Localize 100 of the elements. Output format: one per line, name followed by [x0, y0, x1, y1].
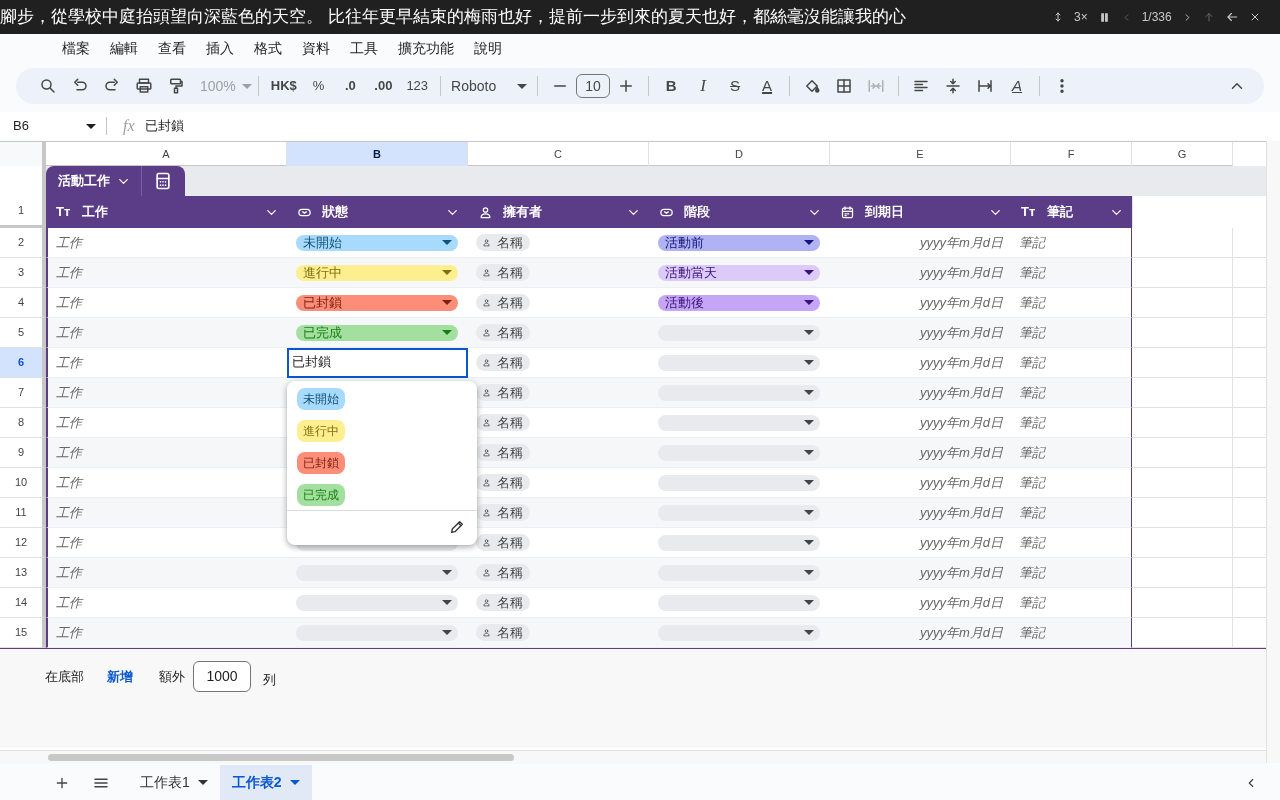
person-chip[interactable]: 名稱: [476, 354, 530, 371]
select-all-corner[interactable]: [0, 142, 46, 166]
italic-button[interactable]: I: [687, 72, 720, 100]
table-cell[interactable]: yyyy年m月d日: [919, 532, 1003, 553]
vertical-align-icon[interactable]: [944, 77, 963, 95]
sheet-tab[interactable]: 工作表2: [219, 765, 312, 800]
table-cell[interactable]: 工作: [56, 532, 82, 553]
empty-stage-chip[interactable]: [658, 444, 820, 461]
table-cell[interactable]: 筆記: [1019, 292, 1045, 313]
pencil-icon[interactable]: [449, 519, 465, 535]
table-cell[interactable]: 筆記: [1019, 382, 1045, 403]
back-arrow-icon[interactable]: [1224, 10, 1239, 24]
menu-item[interactable]: 插入: [196, 37, 244, 59]
person-chip[interactable]: 名稱: [476, 564, 530, 581]
calculator-icon[interactable]: [153, 171, 173, 191]
row-header[interactable]: 12: [0, 528, 46, 558]
row-header[interactable]: 7: [0, 378, 46, 408]
option-chip[interactable]: 已完成: [297, 484, 345, 506]
stage-chip[interactable]: 活動前: [658, 234, 820, 251]
table-cell[interactable]: 工作: [56, 262, 82, 283]
text-rotation-button[interactable]: A: [1001, 72, 1034, 100]
playback-speed[interactable]: 3×: [1074, 8, 1088, 26]
cell-editor[interactable]: 已封鎖: [287, 348, 468, 378]
person-chip[interactable]: 名稱: [476, 444, 530, 461]
empty-stage-chip[interactable]: [658, 354, 820, 371]
table-cell[interactable]: 筆記: [1019, 442, 1045, 463]
table-cell[interactable]: 筆記: [1019, 472, 1045, 493]
column-header[interactable]: B: [287, 142, 468, 166]
decrease-decimal-button[interactable]: .0: [334, 72, 367, 100]
empty-stage-chip[interactable]: [658, 414, 820, 431]
table-name[interactable]: 活動工作: [58, 171, 110, 191]
currency-button[interactable]: HK$: [264, 72, 303, 100]
text-wrapping-icon[interactable]: [976, 77, 995, 95]
table-cell[interactable]: 筆記: [1019, 412, 1045, 433]
row-header[interactable]: 15: [0, 618, 46, 648]
stage-chip[interactable]: 活動當天: [658, 264, 820, 281]
row-header[interactable]: 5: [0, 318, 46, 348]
font-dropdown[interactable]: Roboto: [447, 72, 532, 100]
merge-cells-icon[interactable]: [867, 77, 886, 95]
row-header[interactable]: 13: [0, 558, 46, 588]
table-cell[interactable]: yyyy年m月d日: [919, 292, 1003, 313]
menu-item[interactable]: 擴充功能: [388, 37, 464, 59]
table-cell[interactable]: yyyy年m月d日: [919, 412, 1003, 433]
number-format-button[interactable]: 123: [400, 72, 435, 100]
table-cell[interactable]: 工作: [56, 232, 82, 253]
menu-item[interactable]: 資料: [292, 37, 340, 59]
menu-item[interactable]: 查看: [148, 37, 196, 59]
font-size-field[interactable]: 10: [576, 74, 611, 98]
vertical-scrollbar[interactable]: [1266, 141, 1280, 763]
scrollbar-thumb[interactable]: [48, 754, 514, 761]
option-chip[interactable]: 未開始: [297, 388, 345, 410]
strikethrough-button[interactable]: S: [719, 72, 752, 100]
table-cell[interactable]: 工作: [56, 382, 82, 403]
table-cell[interactable]: yyyy年m月d日: [919, 592, 1003, 613]
row-header[interactable]: 6: [0, 348, 46, 378]
empty-stage-chip[interactable]: [658, 384, 820, 401]
row-header[interactable]: 14: [0, 588, 46, 618]
fill-color-icon[interactable]: [803, 77, 822, 95]
table-cell[interactable]: 工作: [56, 622, 82, 643]
row-count-field[interactable]: 1000: [193, 661, 251, 692]
table-name-tab[interactable]: 活動工作: [46, 166, 185, 196]
row-header[interactable]: 8: [0, 408, 46, 438]
stage-chip[interactable]: 活動後: [658, 294, 820, 311]
table-cell[interactable]: 工作: [56, 502, 82, 523]
table-cell[interactable]: 筆記: [1019, 532, 1045, 553]
empty-stage-chip[interactable]: [658, 564, 820, 581]
table-cell[interactable]: 工作: [56, 352, 82, 373]
table-cell[interactable]: yyyy年m月d日: [919, 232, 1003, 253]
status-chip[interactable]: 已完成: [296, 324, 458, 341]
status-chip[interactable]: 未開始: [296, 234, 458, 251]
person-chip[interactable]: 名稱: [476, 624, 530, 641]
empty-status-chip[interactable]: [296, 624, 458, 641]
person-chip[interactable]: 名稱: [476, 504, 530, 521]
row-header[interactable]: 3: [0, 258, 46, 288]
table-cell[interactable]: 筆記: [1019, 592, 1045, 613]
row-header[interactable]: 10: [0, 468, 46, 498]
person-chip[interactable]: 名稱: [476, 264, 530, 281]
person-chip[interactable]: 名稱: [476, 534, 530, 551]
option-chip[interactable]: 進行中: [297, 420, 345, 442]
table-cell[interactable]: 工作: [56, 412, 82, 433]
person-chip[interactable]: 名稱: [476, 384, 530, 401]
table-cell[interactable]: 筆記: [1019, 352, 1045, 373]
table-cell[interactable]: 工作: [56, 322, 82, 343]
table-cell[interactable]: 工作: [56, 442, 82, 463]
table-cell[interactable]: 筆記: [1019, 262, 1045, 283]
row-header[interactable]: 9: [0, 438, 46, 468]
empty-stage-chip[interactable]: [658, 504, 820, 521]
row-header[interactable]: 11: [0, 498, 46, 528]
empty-stage-chip[interactable]: [658, 324, 820, 341]
percent-button[interactable]: %: [306, 72, 331, 100]
person-chip[interactable]: 名稱: [476, 234, 530, 251]
row-header[interactable]: 4: [0, 288, 46, 318]
table-cell[interactable]: yyyy年m月d日: [919, 472, 1003, 493]
person-chip[interactable]: 名稱: [476, 414, 530, 431]
table-cell[interactable]: 工作: [56, 562, 82, 583]
person-chip[interactable]: 名稱: [476, 294, 530, 311]
option-chip[interactable]: 已封鎖: [297, 452, 345, 474]
person-chip[interactable]: 名稱: [476, 474, 530, 491]
person-chip[interactable]: 名稱: [476, 324, 530, 341]
table-cell[interactable]: 筆記: [1019, 322, 1045, 343]
